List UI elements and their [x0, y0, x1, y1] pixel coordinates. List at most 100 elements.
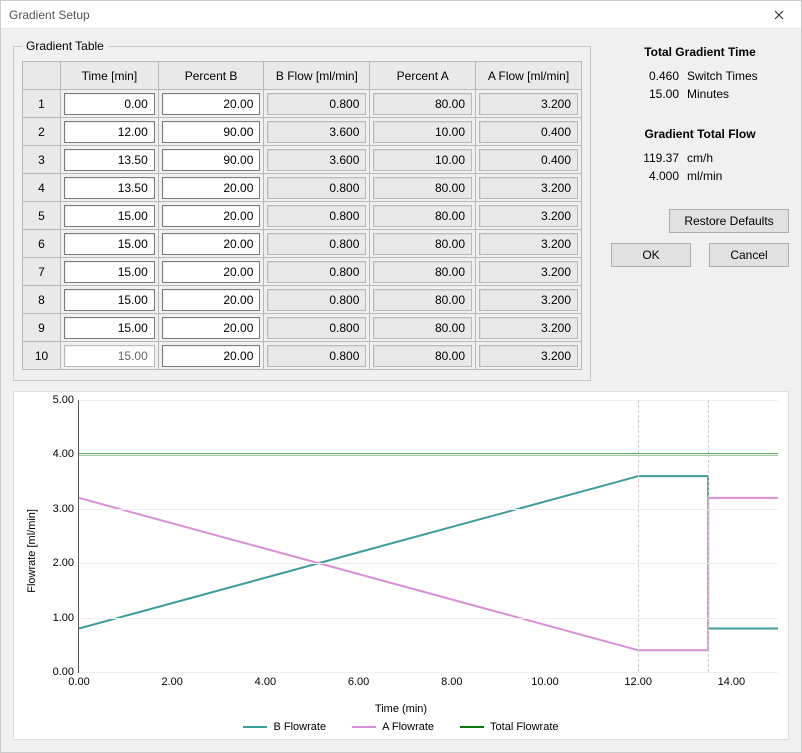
col-bflow: B Flow [ml/min]	[264, 62, 370, 90]
time-input[interactable]	[64, 317, 155, 339]
col-pcta: Percent A	[370, 62, 476, 90]
mlmin-label: ml/min	[687, 169, 722, 183]
pctA-input	[373, 317, 472, 339]
table-row: 4	[23, 174, 582, 202]
pctB-input[interactable]	[162, 93, 261, 115]
table-row: 7	[23, 258, 582, 286]
chart-plot: 0.002.004.006.008.0010.0012.0014.00	[78, 400, 778, 673]
chart-xlabel: Time (min)	[24, 701, 778, 715]
pctB-input[interactable]	[162, 317, 261, 339]
cmh-label: cm/h	[687, 151, 713, 165]
table-row: 6	[23, 230, 582, 258]
aflow-input	[479, 289, 578, 311]
cmh-value: 119.37	[629, 151, 679, 165]
y-tick: 3.00	[53, 503, 74, 515]
time-input[interactable]	[64, 121, 155, 143]
bflow-input	[267, 345, 366, 367]
close-button[interactable]	[756, 1, 801, 29]
bflow-input	[267, 177, 366, 199]
minutes-value: 15.00	[629, 87, 679, 101]
col-pctb: Percent B	[158, 62, 264, 90]
time-input[interactable]	[64, 289, 155, 311]
x-tick: 2.00	[161, 676, 182, 688]
y-tick: 4.00	[53, 448, 74, 460]
switch-times-label: Switch Times	[687, 69, 758, 83]
bflow-input	[267, 205, 366, 227]
total-gradient-time-block: Total Gradient Time 0.460 Switch Times 1…	[611, 45, 789, 101]
table-row: 9	[23, 314, 582, 342]
x-tick: 4.00	[255, 676, 276, 688]
top-row: Gradient Table Time [min] Percent B B Fl…	[13, 39, 789, 381]
chart-yaxis: 0.001.002.003.004.005.00	[40, 400, 78, 701]
chart-legend: B FlowrateA FlowrateTotal Flowrate	[24, 715, 778, 735]
time-input[interactable]	[64, 261, 155, 283]
pctB-input[interactable]	[162, 233, 261, 255]
time-input	[64, 345, 155, 367]
bflow-input	[267, 93, 366, 115]
table-row: 10	[23, 342, 582, 370]
bflow-input	[267, 317, 366, 339]
time-input[interactable]	[64, 177, 155, 199]
legend-item: Total Flowrate	[460, 721, 558, 733]
bflow-input	[267, 289, 366, 311]
legend-label: A Flowrate	[382, 721, 434, 733]
table-row: 8	[23, 286, 582, 314]
cancel-button[interactable]: Cancel	[709, 243, 789, 267]
table-row: 5	[23, 202, 582, 230]
aflow-input	[479, 233, 578, 255]
pctA-input	[373, 93, 472, 115]
pctB-input[interactable]	[162, 177, 261, 199]
row-number: 9	[23, 314, 61, 342]
row-number: 7	[23, 258, 61, 286]
pctB-input[interactable]	[162, 149, 261, 171]
pctB-input[interactable]	[162, 205, 261, 227]
col-aflow: A Flow [ml/min]	[476, 62, 582, 90]
legend-swatch	[352, 726, 376, 728]
time-input[interactable]	[64, 233, 155, 255]
chart-area: Flowrate [ml/min] 0.00 1.00 2.00 3.00 4.00 5.…	[13, 391, 789, 740]
x-tick: 14.00	[718, 676, 746, 688]
y-tick: 5.00	[53, 394, 74, 406]
time-input[interactable]	[64, 149, 155, 171]
aflow-input	[479, 93, 578, 115]
minutes-label: Minutes	[687, 87, 729, 101]
table-row: 1	[23, 90, 582, 118]
aflow-input	[479, 345, 578, 367]
total-gradient-time-title: Total Gradient Time	[611, 45, 789, 59]
bflow-input	[267, 121, 366, 143]
table-row: 2	[23, 118, 582, 146]
gradient-setup-window: Gradient Setup Gradient Table Time [min]…	[0, 0, 802, 753]
chart-ylabel: Flowrate [ml/min]	[24, 509, 40, 593]
pctB-input[interactable]	[162, 121, 261, 143]
pctB-input[interactable]	[162, 345, 261, 367]
legend-swatch	[460, 726, 484, 728]
pctB-input[interactable]	[162, 289, 261, 311]
pctA-input	[373, 233, 472, 255]
series-a-flowrate	[79, 498, 778, 650]
close-icon	[774, 10, 784, 20]
x-tick: 8.00	[441, 676, 462, 688]
x-tick: 12.00	[624, 676, 652, 688]
row-number: 1	[23, 90, 61, 118]
y-tick: 1.00	[53, 612, 74, 624]
summary-panel: Total Gradient Time 0.460 Switch Times 1…	[611, 39, 789, 267]
ok-button[interactable]: OK	[611, 243, 691, 267]
restore-defaults-button[interactable]: Restore Defaults	[669, 209, 789, 233]
side-buttons: Restore Defaults OK Cancel	[611, 209, 789, 267]
plot-wrap: Flowrate [ml/min] 0.001.002.003.004.005.…	[24, 400, 778, 701]
y-tick: 2.00	[53, 557, 74, 569]
series-b-flowrate	[79, 476, 778, 628]
row-number: 2	[23, 118, 61, 146]
legend-label: Total Flowrate	[490, 721, 558, 733]
time-input[interactable]	[64, 205, 155, 227]
x-tick: 10.00	[531, 676, 559, 688]
x-tick: 6.00	[348, 676, 369, 688]
pctA-input	[373, 289, 472, 311]
aflow-input	[479, 121, 578, 143]
x-tick: 0.00	[68, 676, 89, 688]
switch-times-value: 0.460	[629, 69, 679, 83]
row-number: 3	[23, 146, 61, 174]
aflow-input	[479, 261, 578, 283]
pctB-input[interactable]	[162, 261, 261, 283]
time-input[interactable]	[64, 93, 155, 115]
